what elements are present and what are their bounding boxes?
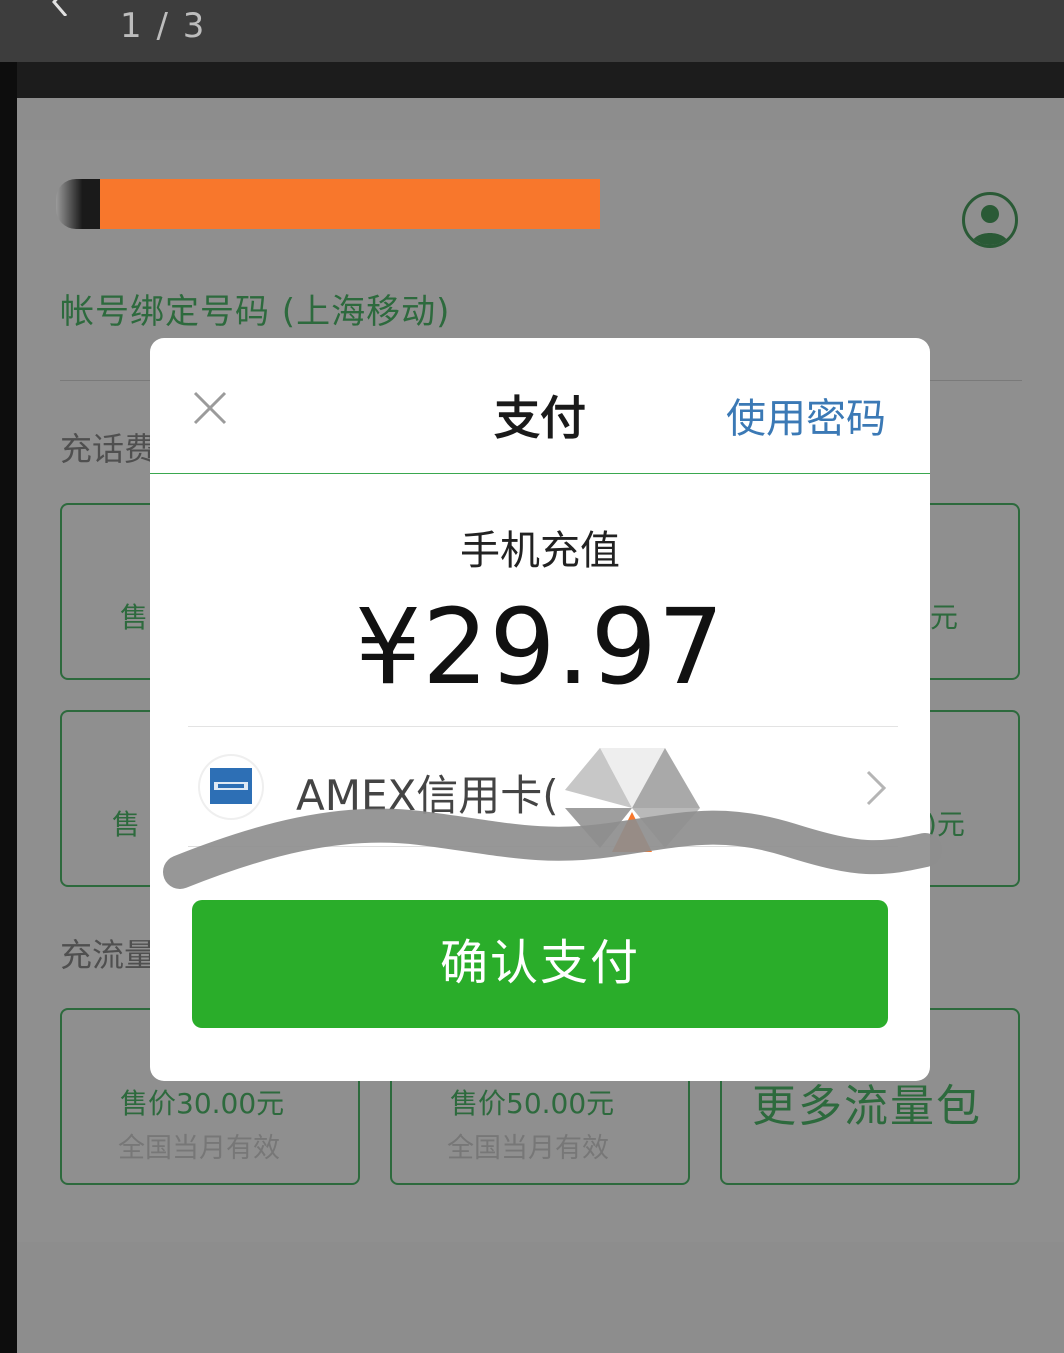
image-viewer-bar: 1 / 3: [0, 0, 1064, 62]
data-tile-50-price: 售价50.00元: [450, 1087, 615, 1120]
fee-tile-1-price: 售: [120, 601, 149, 634]
status-strip: [17, 62, 1064, 98]
use-password-link[interactable]: 使用密码: [726, 386, 886, 444]
fee-tile-3-price: 元: [930, 601, 959, 634]
redaction-dark: [56, 179, 100, 229]
left-edge: [0, 62, 17, 1353]
payment-description: 手机充值: [460, 528, 620, 574]
data-tile-30-validity: 全国当月有效: [118, 1133, 280, 1164]
confirm-payment-button[interactable]: 确认支付: [192, 900, 888, 1028]
fee-tile-6-price: )元: [926, 808, 965, 841]
data-tile-30-price: 售价30.00元: [120, 1087, 285, 1120]
recharge-data-label: 充流量: [60, 936, 157, 974]
divider: [188, 846, 898, 847]
amex-card-icon: [200, 756, 262, 818]
fee-tile-4-price: 售: [112, 808, 141, 841]
divider: [188, 726, 898, 727]
chevron-right-icon[interactable]: [862, 768, 892, 808]
payment-dialog: 支付 使用密码 手机充值 ¥29.97 AMEX信用卡( 确认支付: [150, 338, 930, 1081]
payment-method-label[interactable]: AMEX信用卡(: [296, 762, 559, 823]
payment-amount: ¥29.97: [355, 586, 725, 708]
back-arrow-icon[interactable]: [40, 0, 70, 16]
user-avatar-icon[interactable]: [962, 192, 1018, 248]
bound-number-label: 帐号绑定号码 (上海移动): [60, 292, 451, 332]
redaction-orange-bar: [100, 179, 600, 229]
page-indicator: 1 / 3: [120, 6, 207, 46]
recharge-fee-label: 充话费: [60, 430, 157, 468]
data-tile-50-validity: 全国当月有效: [447, 1133, 609, 1164]
header-divider: [150, 473, 930, 474]
confirm-payment-label: 确认支付: [439, 937, 640, 990]
